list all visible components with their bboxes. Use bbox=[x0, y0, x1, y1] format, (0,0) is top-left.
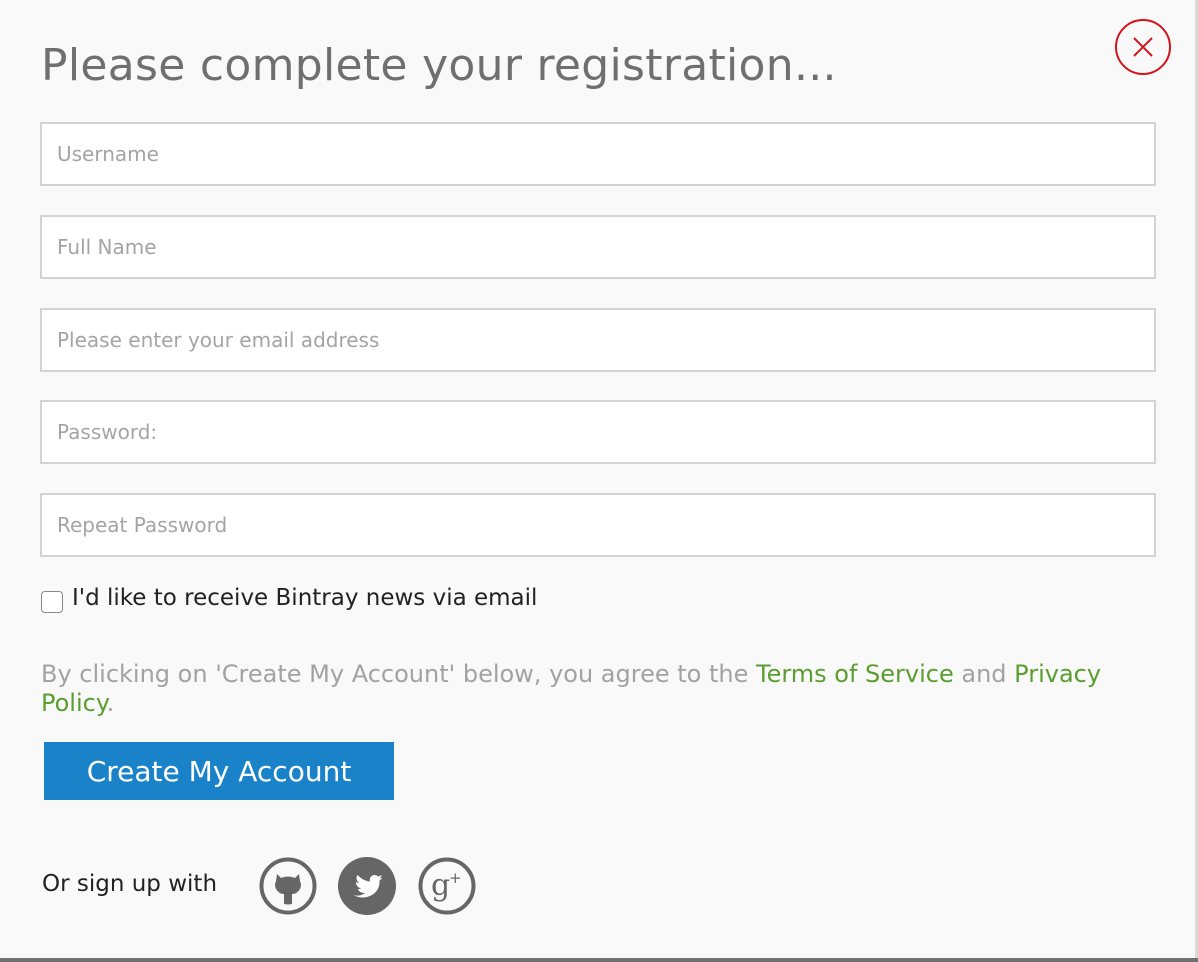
terms-prefix: By clicking on 'Create My Account' below… bbox=[41, 660, 756, 688]
github-signup-button[interactable] bbox=[259, 857, 317, 915]
full-name-input[interactable] bbox=[40, 215, 1156, 279]
terms-of-service-link[interactable]: Terms of Service bbox=[756, 660, 954, 688]
newsletter-checkbox[interactable] bbox=[41, 591, 63, 613]
repeat-password-input[interactable] bbox=[40, 493, 1156, 557]
svg-text:+: + bbox=[449, 869, 462, 887]
username-input[interactable] bbox=[40, 122, 1156, 186]
svg-text:g: g bbox=[431, 868, 450, 903]
twitter-icon bbox=[338, 857, 396, 915]
window-edge-bottom bbox=[0, 958, 1198, 962]
github-icon bbox=[259, 857, 317, 915]
close-button[interactable] bbox=[1115, 19, 1171, 75]
password-input[interactable] bbox=[40, 400, 1156, 464]
page-title: Please complete your registration... bbox=[41, 40, 837, 91]
social-signup-label: Or sign up with bbox=[42, 871, 218, 897]
terms-text: By clicking on 'Create My Account' below… bbox=[41, 660, 1141, 718]
google-plus-signup-button[interactable]: g + bbox=[418, 857, 476, 915]
terms-suffix: . bbox=[106, 689, 115, 717]
create-account-button[interactable]: Create My Account bbox=[44, 742, 394, 800]
google-plus-icon: g + bbox=[418, 857, 476, 915]
newsletter-label[interactable]: I'd like to receive Bintray news via ema… bbox=[72, 585, 537, 611]
terms-and: and bbox=[953, 660, 1015, 688]
twitter-signup-button[interactable] bbox=[338, 857, 396, 915]
email-input[interactable] bbox=[40, 308, 1156, 372]
close-icon bbox=[1133, 37, 1153, 57]
